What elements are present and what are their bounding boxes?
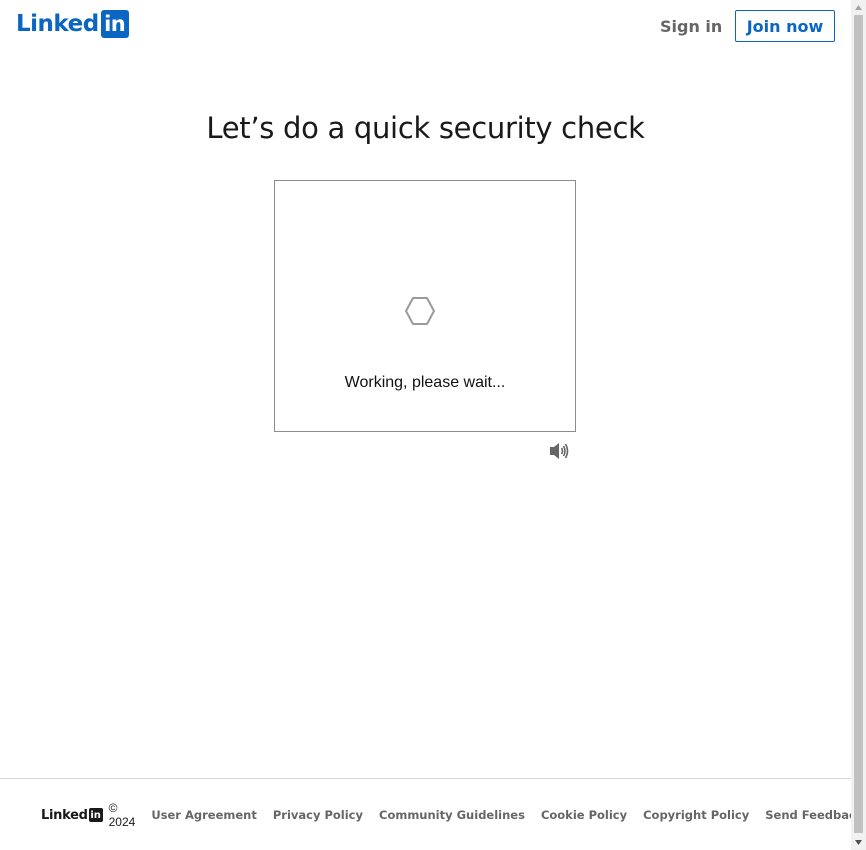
scrollbar-thumb[interactable]: [854, 15, 863, 833]
scroll-down-arrow-icon[interactable]: [851, 835, 866, 850]
logo-wordmark: Linked: [16, 11, 99, 37]
footer-logo: Linked in: [41, 808, 103, 823]
footer-divider: [0, 778, 851, 779]
footer-logo-in-box: in: [88, 808, 103, 822]
footer-link-community-guidelines[interactable]: Community Guidelines: [379, 808, 525, 822]
vertical-scrollbar[interactable]: [851, 0, 866, 850]
page: Linked in Sign in Join now Let’s do a qu…: [0, 0, 863, 850]
footer-link-copyright-policy[interactable]: Copyright Policy: [643, 808, 749, 822]
footer-link-send-feedback[interactable]: Send Feedback: [765, 808, 863, 822]
footer-link-cookie-policy[interactable]: Cookie Policy: [541, 808, 627, 822]
security-challenge-frame[interactable]: Working, please wait...: [274, 180, 576, 432]
copyright-text: © 2024: [108, 801, 136, 829]
sign-in-link[interactable]: Sign in: [652, 10, 730, 42]
linkedin-logo[interactable]: Linked in: [16, 10, 129, 38]
footer-logo-wordmark: Linked: [41, 807, 88, 823]
page-title: Let’s do a quick security check: [206, 111, 645, 145]
footer: Linked in © 2024 User Agreement Privacy …: [41, 801, 866, 829]
join-now-button[interactable]: Join now: [735, 10, 835, 42]
hexagon-spinner-icon: [405, 297, 435, 325]
speaker-icon[interactable]: [548, 441, 570, 461]
status-text: Working, please wait...: [344, 374, 506, 391]
footer-link-privacy-policy[interactable]: Privacy Policy: [273, 808, 363, 822]
footer-link-user-agreement[interactable]: User Agreement: [151, 808, 257, 822]
scroll-up-arrow-icon[interactable]: [851, 0, 866, 15]
logo-in-box: in: [100, 10, 129, 38]
